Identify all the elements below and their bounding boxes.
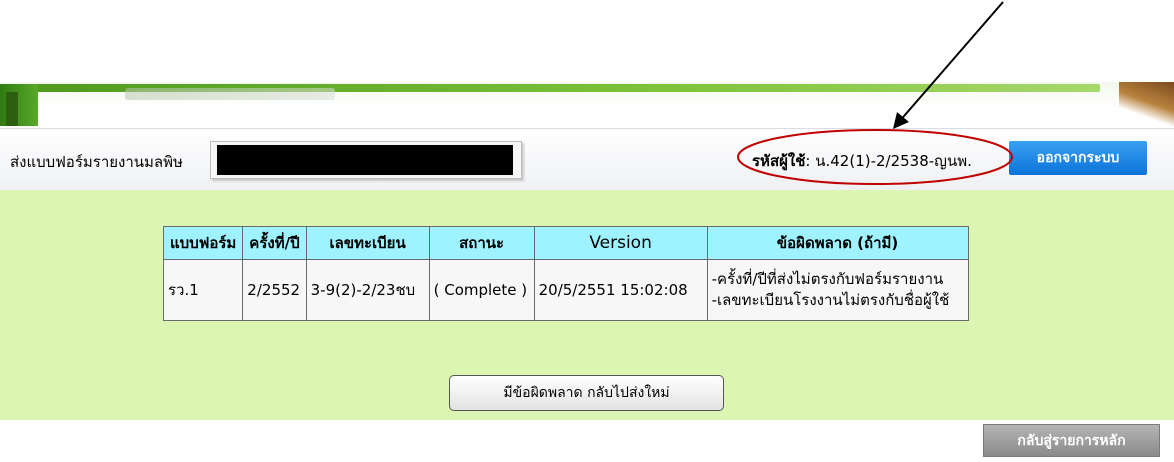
logout-button[interactable]: ออกจากระบบ — [1009, 141, 1147, 175]
cell-period: 2/2552 — [242, 259, 307, 321]
cell-form: รว.1 — [162, 259, 244, 321]
banner-faded-logo-text — [125, 88, 335, 100]
col-header-reg-no: เลขทะเบียน — [305, 226, 430, 260]
user-id-label: รหัสผู้ใช้ — [752, 152, 806, 170]
send-form-label: ส่งแบบฟอร์มรายงานมลพิษ — [10, 153, 183, 171]
cell-status: ( Complete ) — [428, 259, 535, 321]
col-header-errors: ข้อผิดพลาด (ถ้ามี) — [706, 226, 969, 260]
redacted-company-field — [210, 141, 522, 179]
cell-errors: -ครั้งที่/ปีที่ส่งไม่ตรงกับฟอร์มรายงาน -… — [706, 259, 969, 321]
col-header-version: Version — [533, 226, 708, 260]
banner-decoration — [1119, 82, 1174, 127]
table-header-row: แบบฟอร์ม ครั้งที่/ปี เลขทะเบียน สถานะ Ve… — [162, 226, 969, 260]
col-header-form: แบบฟอร์ม — [162, 226, 244, 260]
cell-version: 20/5/2551 15:02:08 — [533, 259, 708, 321]
error-line: -ครั้งที่/ปีที่ส่งไม่ตรงกับฟอร์มรายงาน — [711, 270, 944, 288]
submission-table: แบบฟอร์ม ครั้งที่/ปี เลขทะเบียน สถานะ Ve… — [162, 226, 969, 321]
user-id-value: : น.42(1)-2/2538-ญนพ. — [805, 152, 972, 170]
error-line: -เลขทะเบียนโรงงานไม่ตรงกับชื่อผู้ใช้ — [711, 291, 950, 309]
col-header-period: ครั้งที่/ปี — [242, 226, 307, 260]
back-to-main-button[interactable]: กลับสู่รายการหลัก — [983, 424, 1160, 457]
resend-button[interactable]: มีข้อผิดพลาด กลับไปส่งใหม่ — [449, 375, 724, 411]
cell-reg-no: 3-9(2)-2/23ชบ — [305, 259, 430, 321]
redaction-block — [217, 145, 513, 175]
user-id-display: รหัสผู้ใช้: น.42(1)-2/2538-ญนพ. — [752, 149, 972, 173]
table-row: รว.1 2/2552 3-9(2)-2/23ชบ ( Complete ) 2… — [162, 259, 969, 321]
banner-left-accent — [6, 92, 18, 126]
col-header-status: สถานะ — [428, 226, 535, 260]
